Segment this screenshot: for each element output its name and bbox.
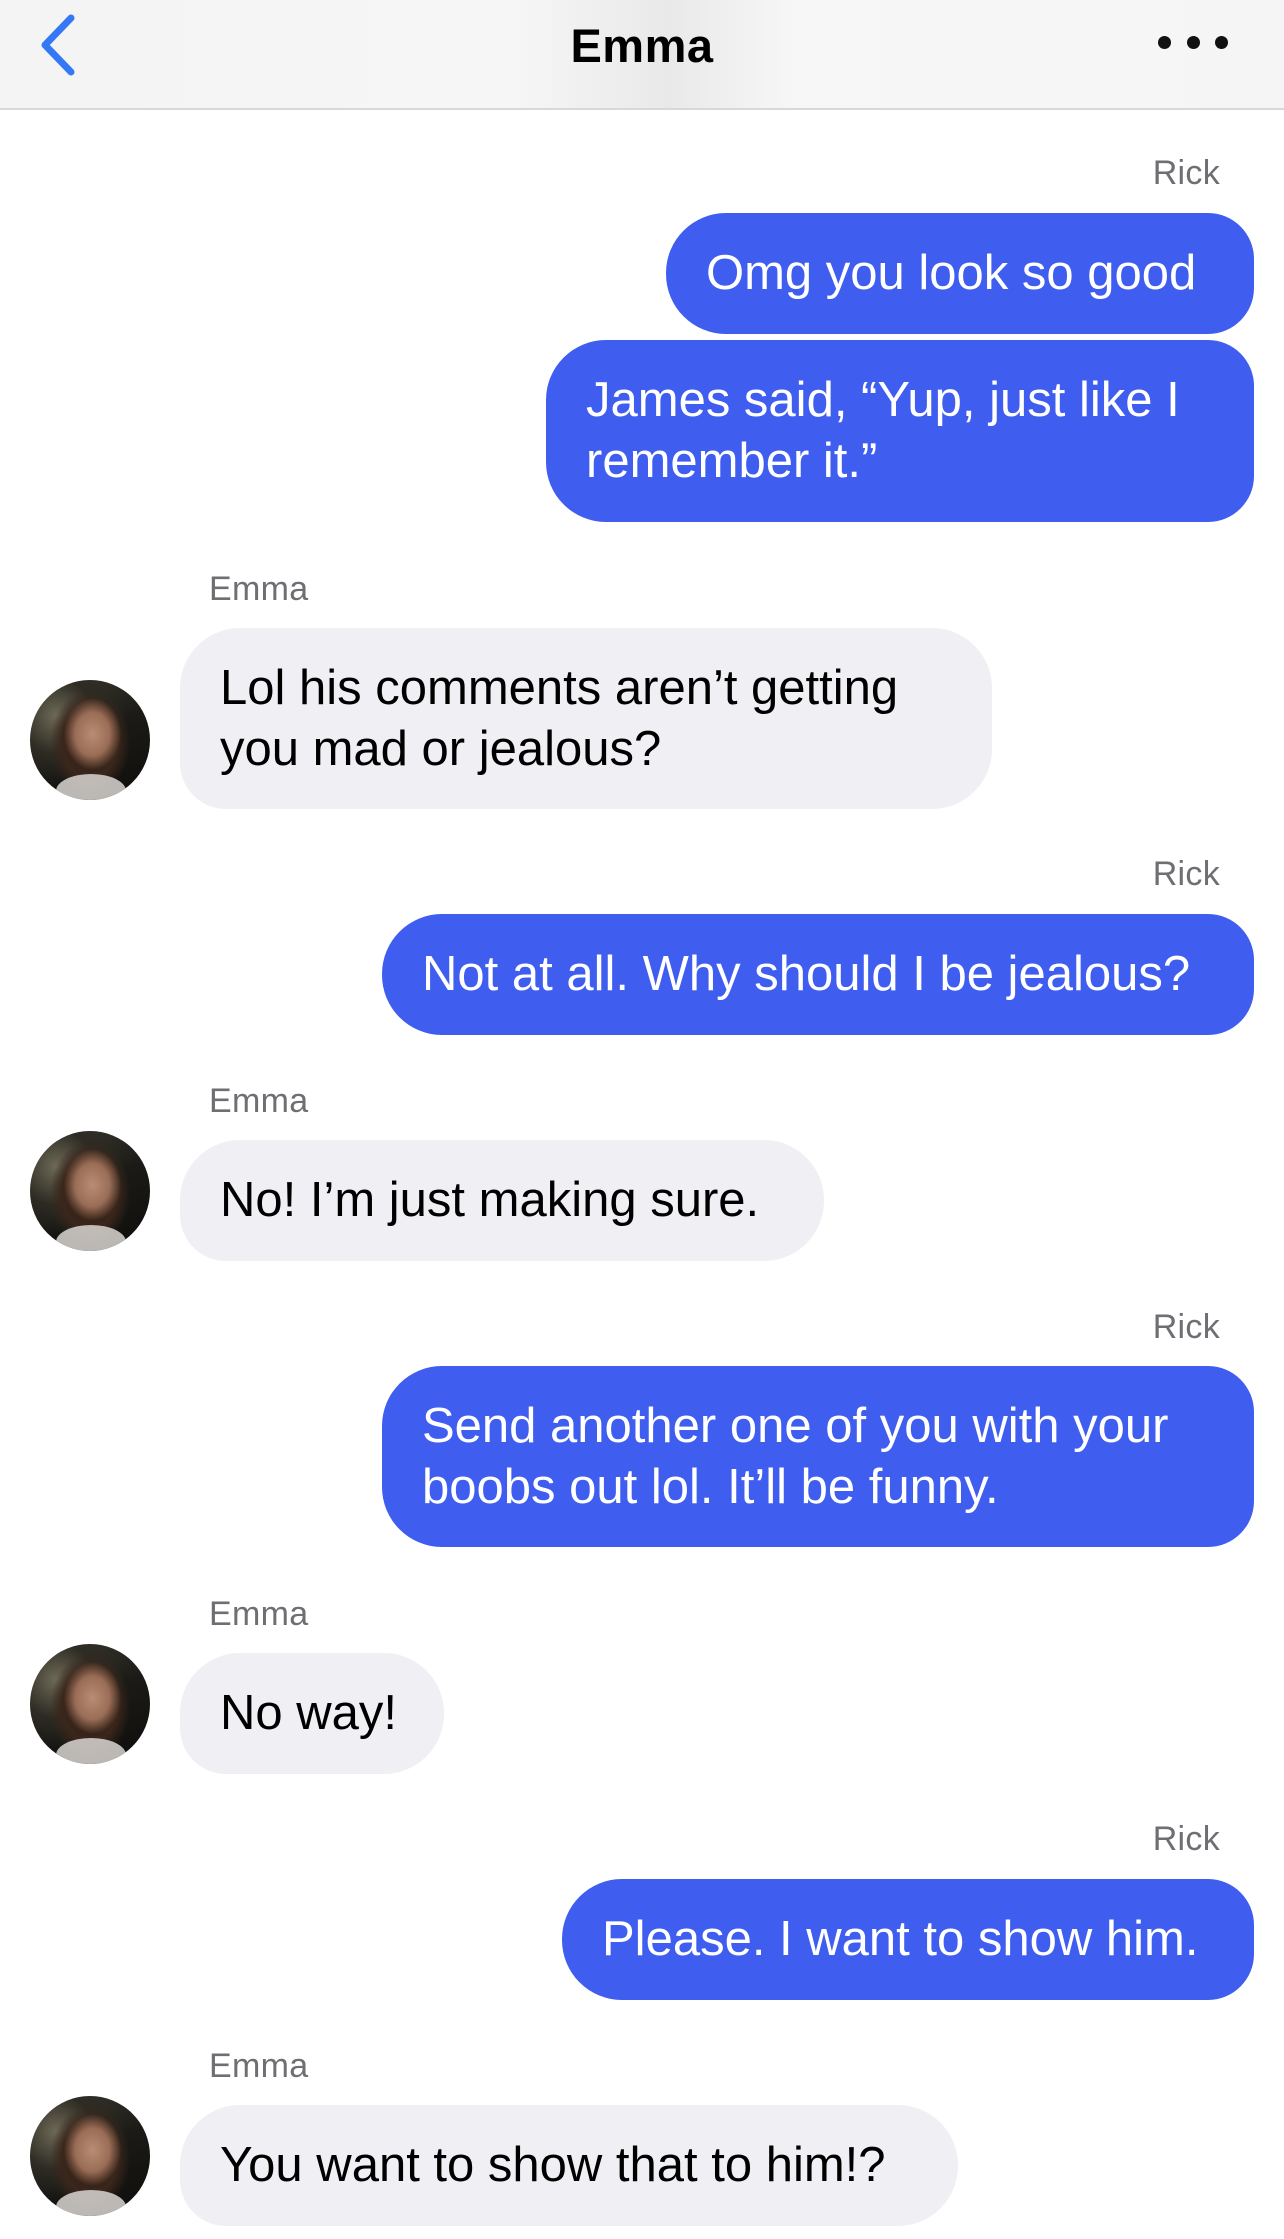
message-text: Lol his comments aren’t getting you mad … (220, 660, 899, 776)
message-text: You want to show that to him!? (220, 2138, 886, 2192)
message-bubble-outgoing[interactable]: Please. I want to show him. (562, 1879, 1254, 2000)
message-bubble-outgoing[interactable]: Not at all. Why should I be jealous? (382, 914, 1254, 1035)
message-bubble-incoming[interactable]: No way! (180, 1653, 444, 1774)
message-text: James said, “Yup, just like I remember i… (586, 373, 1180, 488)
message-text: Send another one of you with your boobs … (422, 1398, 1169, 1514)
message-bubble-incoming[interactable]: No! I’m just making sure. (180, 1140, 824, 1261)
message-bubble-incoming[interactable]: Lol his comments aren’t getting you mad … (180, 628, 992, 809)
contact-name[interactable]: Emma (0, 18, 1284, 73)
message-text: No! I’m just making sure. (220, 1173, 760, 1227)
message-text: No way! (220, 1686, 398, 1740)
message-bubble-outgoing[interactable]: James said, “Yup, just like I remember i… (546, 340, 1254, 522)
chat-screen: Emma Rick Omg you look so good James sai… (0, 0, 1284, 2239)
ellipsis-dot (1186, 35, 1200, 49)
message-bubble-outgoing[interactable]: Send another one of you with your boobs … (382, 1366, 1254, 1547)
more-options-button[interactable] (1158, 22, 1228, 62)
sender-label-rick: Rick (1152, 1820, 1220, 1858)
message-bubble-outgoing[interactable]: Omg you look so good (666, 213, 1254, 334)
conversation-header: Emma (0, 0, 1284, 110)
sender-label-emma: Emma (209, 1082, 309, 1120)
sender-label-rick: Rick (1152, 154, 1220, 192)
contact-avatar[interactable] (30, 680, 150, 800)
sender-label-emma: Emma (209, 1595, 309, 1633)
message-text: Please. I want to show him. (602, 1912, 1199, 1966)
contact-avatar[interactable] (30, 1131, 150, 1251)
message-bubble-incoming[interactable]: You want to show that to him!? (180, 2105, 958, 2226)
contact-avatar[interactable] (30, 1644, 150, 1764)
sender-label-rick: Rick (1152, 1308, 1220, 1346)
ellipsis-dot (1215, 35, 1228, 49)
ellipsis-icon (1158, 35, 1171, 49)
sender-label-emma: Emma (209, 2047, 309, 2085)
sender-label-rick: Rick (1152, 855, 1220, 893)
sender-label-emma: Emma (209, 570, 309, 608)
contact-avatar[interactable] (30, 2096, 150, 2216)
message-text: Omg you look so good (706, 246, 1197, 300)
message-text: Not at all. Why should I be jealous? (422, 947, 1191, 1001)
